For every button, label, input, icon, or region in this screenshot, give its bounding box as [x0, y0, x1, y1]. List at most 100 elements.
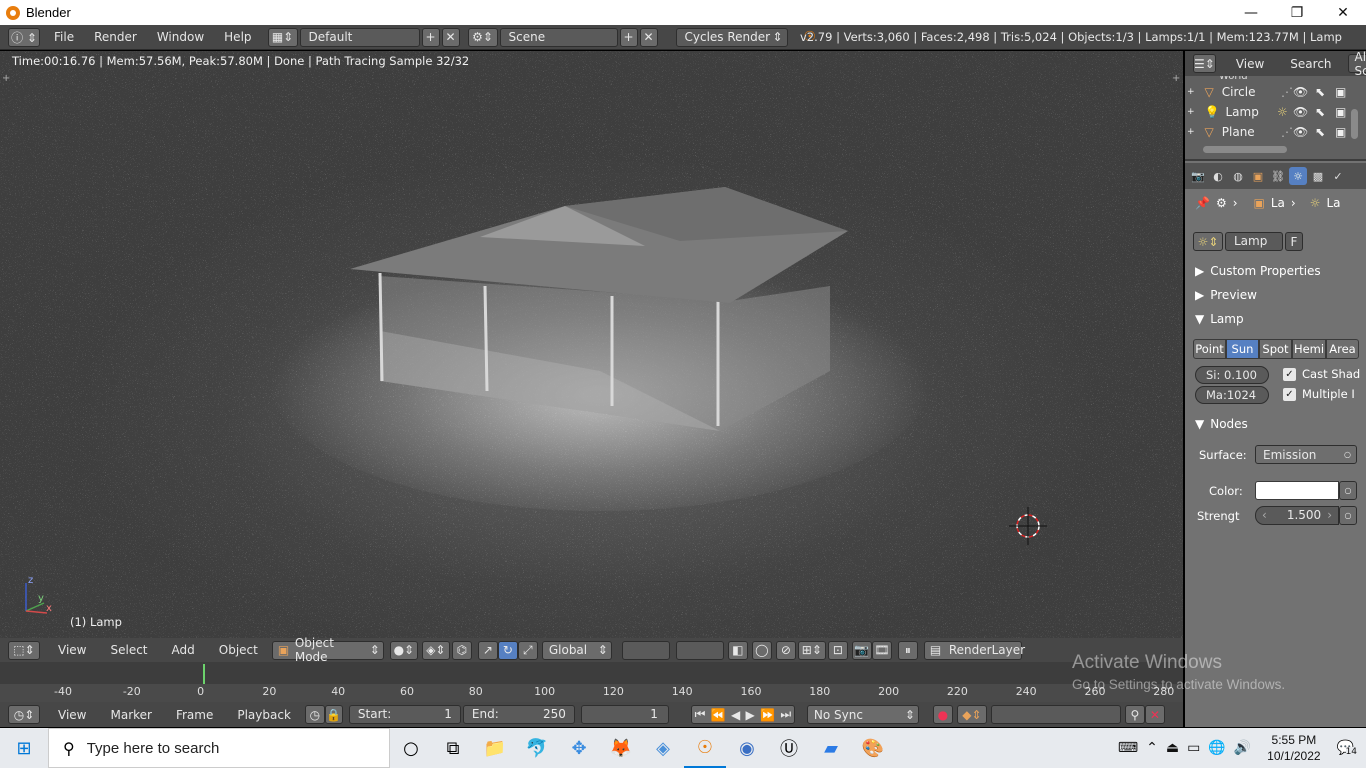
start-frame-field[interactable]: Start: 1 — [348, 705, 461, 724]
3d-viewport[interactable]: z y x Time:00:16.76 | Mem:57.56M, Peak:5… — [0, 51, 1183, 638]
mode-select[interactable]: ▣ Object Mode ⇕ — [271, 636, 384, 664]
unreal-engine-icon[interactable]: Ⓤ — [768, 728, 810, 768]
manipulator-icon[interactable]: ⌬ — [451, 640, 472, 660]
lamp-type-hemi[interactable]: Hemi — [1292, 339, 1326, 359]
panel-custom-properties[interactable]: ▶ Custom Properties — [1189, 260, 1361, 282]
lamp-data-tab-icon[interactable]: ☼ — [1289, 167, 1307, 185]
scene-icon[interactable]: ⚙⇕ — [467, 27, 498, 47]
expand-icon[interactable]: + — [1187, 127, 1195, 137]
snap-element-icon[interactable]: ⊞⇕ — [797, 640, 826, 660]
blender-alt-icon[interactable]: ◉ — [726, 728, 768, 768]
taskbar-search-box[interactable]: ⚲ Type here to search — [48, 728, 390, 768]
node-socket-icon[interactable]: ○ — [1339, 481, 1357, 500]
world-tab-icon[interactable]: ◍ — [1229, 167, 1247, 185]
keying-set-field[interactable] — [990, 705, 1121, 724]
editor-type-outliner-icon[interactable]: ☰⇕ — [1193, 54, 1216, 73]
sync-select[interactable]: No Sync ⇕ — [806, 705, 919, 724]
pin-icon[interactable]: 📌 — [1195, 196, 1210, 210]
proportional-edit-icon[interactable]: ◯ — [751, 640, 772, 660]
task-view-icon[interactable]: ⧉ — [432, 728, 474, 768]
current-frame-field[interactable]: 1 — [580, 705, 669, 724]
close-button[interactable]: ✕ — [1320, 0, 1366, 25]
node-socket-icon[interactable]: ○ — [1339, 506, 1357, 525]
volume-icon[interactable]: 🔊 — [1234, 740, 1251, 756]
eye-icon[interactable]: 👁 — [1293, 125, 1308, 139]
color-swatch[interactable] — [1255, 481, 1339, 500]
outliner-search-menu[interactable]: Search — [1290, 57, 1331, 71]
translate-icon[interactable]: ↗ — [477, 640, 498, 660]
snap-target-icon[interactable]: ⊡ — [827, 640, 848, 660]
cast-shadow-row[interactable]: ✓ Cast Shad — [1283, 367, 1360, 381]
insert-keyframe-icon[interactable]: ⚲ — [1124, 705, 1145, 724]
add-scene-icon[interactable]: + — [619, 27, 638, 47]
usb-icon[interactable]: ⏏ — [1166, 740, 1179, 756]
menu-view[interactable]: View — [46, 708, 98, 722]
cursor-select-icon[interactable]: ⬉ — [1315, 105, 1325, 119]
add-layout-icon[interactable]: + — [421, 27, 440, 47]
menu-file[interactable]: File — [44, 25, 84, 50]
lock-icon[interactable]: 🔒 — [324, 705, 343, 724]
firefox-icon[interactable]: 🦊 — [600, 728, 642, 768]
outliner-item-plane[interactable]: + ▽ Plane ⋰ 👁 ⬉ ▣ — [1185, 122, 1366, 142]
network-globe-icon[interactable]: 🌐 — [1208, 740, 1225, 756]
eye-icon[interactable]: 👁 — [1293, 105, 1308, 119]
surface-select[interactable]: Emission ○ — [1255, 445, 1357, 464]
lumen-app-icon[interactable]: ▰ — [810, 728, 852, 768]
cursor-select-icon[interactable]: ⬉ — [1315, 125, 1325, 139]
file-explorer-icon[interactable]: 📁 — [474, 728, 516, 768]
outliner-view-menu[interactable]: View — [1236, 57, 1264, 71]
area-split-icon[interactable]: + — [1172, 73, 1180, 84]
lamp-type-area[interactable]: Area — [1326, 339, 1359, 359]
delete-keyframe-icon[interactable]: ✕ — [1144, 705, 1165, 724]
outliner-item-circle[interactable]: + ▽ Circle ⋰ 👁 ⬉ ▣ — [1185, 82, 1366, 102]
rotate-icon[interactable]: ↻ — [497, 640, 518, 660]
scale-icon[interactable]: ⤢ — [517, 640, 538, 660]
timeline[interactable]: -40 -20 0 20 40 60 80 100 120 140 160 180 200 220 240 2… — [0, 662, 1183, 702]
multiple-importance-row[interactable]: ✓ Multiple I — [1283, 387, 1355, 401]
shading-icon[interactable]: ●⇕ — [389, 640, 418, 660]
max-bounces-field[interactable]: Ma:1024 — [1195, 386, 1269, 404]
render-tab-icon[interactable]: 📷 — [1189, 167, 1207, 185]
menu-view[interactable]: View — [46, 643, 98, 657]
cortana-icon[interactable]: ○ — [390, 728, 432, 768]
dolphin-app-icon[interactable]: 🐬 — [516, 728, 558, 768]
blender-taskbar-icon[interactable]: ☉ — [684, 728, 726, 768]
battery-icon[interactable]: ▭ — [1187, 740, 1200, 756]
modifier-tab-icon[interactable]: ✓ — [1329, 167, 1347, 185]
lamp-browse-icon[interactable]: ☼⇕ — [1193, 232, 1223, 251]
remove-layout-icon[interactable]: ✕ — [441, 27, 460, 47]
molecule-app-icon[interactable]: ✥ — [558, 728, 600, 768]
outliner-vscrollbar[interactable] — [1351, 109, 1358, 139]
expand-icon[interactable]: + — [1187, 87, 1195, 97]
clock[interactable]: 5:55 PM 10/1/2022 — [1267, 732, 1320, 764]
layers-grid-left[interactable] — [621, 640, 670, 660]
windows-start-icon[interactable]: ⊞ — [0, 728, 48, 768]
strength-field[interactable]: ‹ 1.500 › — [1255, 506, 1339, 525]
end-frame-field[interactable]: End: 250 — [462, 705, 575, 724]
prev-keyframe-icon[interactable]: ⏪ — [711, 708, 726, 722]
constraints-tab-icon[interactable]: ⛓ — [1269, 167, 1287, 185]
orientation-select[interactable]: Global ⇕ — [541, 640, 612, 660]
network-app-icon[interactable]: ◈ — [642, 728, 684, 768]
editor-type-info-icon[interactable]: ⓘ ⇕ — [8, 27, 40, 47]
jump-start-icon[interactable]: ⏮ — [695, 707, 706, 722]
fake-user-button[interactable]: F — [1285, 232, 1303, 251]
panel-preview[interactable]: ▶ Preview — [1189, 284, 1361, 306]
lamp-type-point[interactable]: Point — [1193, 339, 1226, 359]
menu-add[interactable]: Add — [160, 643, 207, 657]
chevron-up-icon[interactable]: ⌃ — [1146, 740, 1158, 756]
cursor-select-icon[interactable]: ⬉ — [1315, 85, 1325, 99]
minimize-button[interactable]: — — [1228, 0, 1274, 25]
cast-shadow-checkbox[interactable]: ✓ — [1283, 367, 1296, 381]
expand-icon[interactable]: + — [1187, 107, 1195, 117]
menu-marker[interactable]: Marker — [98, 708, 163, 722]
keying-icon[interactable]: ◆⇕ — [956, 705, 987, 724]
menu-window[interactable]: Window — [147, 25, 214, 50]
multiple-importance-checkbox[interactable]: ✓ — [1283, 387, 1296, 401]
screen-layout-icon[interactable]: ▦⇕ — [267, 27, 298, 47]
layer-lock-icon[interactable]: ◧ — [727, 640, 748, 660]
menu-help[interactable]: Help — [214, 25, 261, 50]
menu-object[interactable]: Object — [207, 643, 270, 657]
camera-render-icon[interactable]: ▣ — [1335, 85, 1346, 99]
opengl-anim-icon[interactable]: 🎞 — [871, 640, 892, 660]
